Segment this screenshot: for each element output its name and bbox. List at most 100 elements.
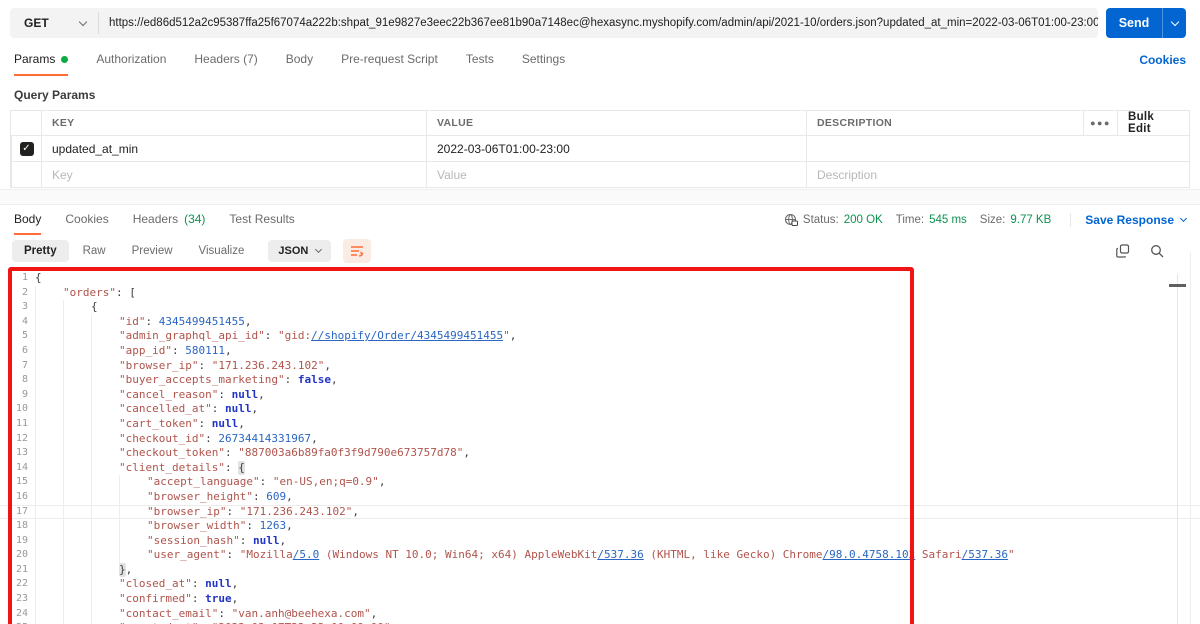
tab-authorization[interactable]: Authorization	[96, 44, 166, 76]
code-line: 12 "checkout_id": 26734414331967,	[0, 431, 1200, 447]
param-row: ✓ updated_at_min 2022-03-06T01:00-23:00	[11, 135, 1189, 161]
line-content: "id": 4345499451455,	[28, 314, 251, 330]
tab-label: Body	[285, 52, 314, 66]
json-link[interactable]: /537.36	[962, 548, 1008, 563]
indent-guide	[91, 460, 119, 476]
param-key[interactable]: updated_at_min	[41, 136, 426, 161]
copy-icon[interactable]	[1116, 243, 1130, 258]
param-checkbox-checked[interactable]: ✓	[19, 141, 34, 156]
json-token: :	[218, 606, 232, 620]
line-number: 16	[15, 490, 28, 502]
json-token: "en-US,en;q=0.9"	[272, 475, 379, 489]
response-body-editor: 1{2 "orders": [3{4 "id": 4345499451455, 5 "a…	[0, 266, 1200, 624]
json-token: null	[205, 577, 232, 591]
json-link[interactable]: //shopify/Order/4345499451455	[311, 329, 503, 344]
header-checkbox-cell	[11, 111, 41, 135]
response-tabs: Body Cookies Headers (34) Test Results	[14, 205, 319, 235]
view-tab-pretty[interactable]: Pretty	[12, 239, 69, 262]
chevron-down-icon	[78, 17, 88, 26]
tab-params[interactable]: Params	[14, 44, 69, 76]
response-tab-body[interactable]: Body	[14, 205, 42, 235]
json-token: ,	[224, 343, 232, 357]
json-token: ,	[311, 431, 318, 445]
save-response-label: Save Response	[1085, 213, 1174, 227]
json-token: "user_agent"	[147, 548, 227, 562]
line-content: {	[28, 271, 42, 286]
json-link[interactable]: /5.0	[293, 548, 320, 563]
search-icon[interactable]	[1150, 244, 1164, 258]
line-number: 20	[15, 549, 28, 561]
language-dropdown[interactable]: JSON	[268, 239, 332, 262]
indent-guide	[91, 402, 119, 417]
url-input[interactable]: https://ed86d512a2c95387ffa25f67074a222b…	[99, 8, 1098, 38]
param-description[interactable]	[806, 136, 1189, 161]
key-placeholder[interactable]: Key	[41, 162, 426, 187]
tab-label: Authorization	[96, 52, 167, 66]
time-value[interactable]: 545 ms	[929, 214, 967, 226]
indent-guide	[63, 329, 91, 344]
view-tab-preview[interactable]: Preview	[120, 240, 185, 262]
line-content: "accept_language": "en-US,en;q=0.9",	[28, 475, 385, 490]
json-token: ,	[258, 387, 265, 401]
indent-guide	[91, 562, 119, 578]
json-token: ,	[286, 519, 293, 533]
json-token: "admin_graphql_api_id"	[119, 329, 265, 343]
param-row-empty: Key Value Description	[11, 161, 1189, 187]
cookies-link[interactable]: Cookies	[1139, 53, 1186, 67]
line-number: 14	[15, 461, 28, 473]
view-tab-visualize[interactable]: Visualize	[187, 240, 257, 262]
scrollbar-thumb[interactable]	[1169, 284, 1186, 287]
save-response-button[interactable]: Save Response	[1070, 213, 1188, 227]
editor-actions	[1116, 243, 1164, 258]
json-link[interactable]: /537.36	[597, 548, 643, 563]
json-token: (KHTML, like Gecko) Chrome	[643, 548, 823, 562]
description-placeholder[interactable]: Description	[806, 162, 1189, 187]
json-token: 1263	[259, 519, 287, 533]
tab-tests[interactable]: Tests	[466, 44, 494, 76]
code-line: 18 "browser_width": 1263,	[0, 519, 1200, 534]
code-line: 20 "user_agent": "Mozilla/5.0 (Windows NT…	[0, 548, 1200, 563]
tab-headers-7[interactable]: Headers (7)	[194, 44, 257, 76]
tab-label: Test Results	[229, 212, 295, 226]
indent-guide	[35, 446, 63, 461]
status-value[interactable]: 200 OK	[844, 214, 883, 226]
more-options-icon[interactable]: ●●●	[1083, 111, 1117, 135]
language-label: JSON	[278, 244, 309, 257]
indent-guide	[63, 562, 91, 578]
line-content: "browser_ip": "171.236.243.102",	[28, 504, 359, 520]
bulk-edit-button[interactable]: Bulk Edit	[1117, 111, 1189, 135]
send-options-chevron[interactable]	[1162, 8, 1186, 38]
json-token: 26734414331967	[218, 431, 312, 445]
response-tab-cookies[interactable]: Cookies	[65, 205, 108, 235]
value-placeholder[interactable]: Value	[426, 162, 806, 187]
tab-pre-request-script[interactable]: Pre-request Script	[341, 44, 438, 76]
json-token: ,	[231, 577, 239, 591]
response-tab-test-results[interactable]: Test Results	[229, 205, 294, 235]
send-button-label[interactable]: Send	[1106, 8, 1162, 38]
line-number: 1	[21, 272, 28, 283]
chevron-down-icon	[1179, 214, 1188, 223]
indent-guide	[119, 504, 147, 520]
query-params-table: KEY VALUE DESCRIPTION ●●● Bulk Edit ✓ up…	[10, 110, 1190, 188]
view-tab-raw[interactable]: Raw	[71, 240, 118, 262]
line-content: "admin_graphql_api_id": "gid://shopify/O…	[28, 329, 516, 344]
indent-guide	[91, 504, 119, 520]
beautify-button[interactable]	[343, 238, 372, 263]
indent-guide	[91, 533, 119, 549]
method-select[interactable]: GET	[10, 8, 98, 38]
param-value[interactable]: 2022-03-06T01:00-23:00	[426, 136, 806, 161]
indent-guide	[35, 606, 63, 622]
tab-label: Body	[14, 212, 42, 226]
json-link[interactable]: /98.0.4758.102	[823, 548, 916, 563]
json-token: :	[246, 519, 260, 533]
size-value[interactable]: 9.77 KB	[1010, 214, 1051, 226]
line-content: {	[28, 300, 98, 315]
tab-body[interactable]: Body	[286, 44, 313, 76]
indent-guide	[63, 489, 91, 505]
response-tab-headers[interactable]: Headers (34)	[133, 205, 206, 235]
tab-settings[interactable]: Settings	[522, 44, 565, 76]
json-token: :	[218, 387, 232, 401]
json-token: :	[145, 314, 159, 328]
indent-guide	[35, 460, 63, 476]
send-button[interactable]: Send	[1106, 8, 1186, 38]
